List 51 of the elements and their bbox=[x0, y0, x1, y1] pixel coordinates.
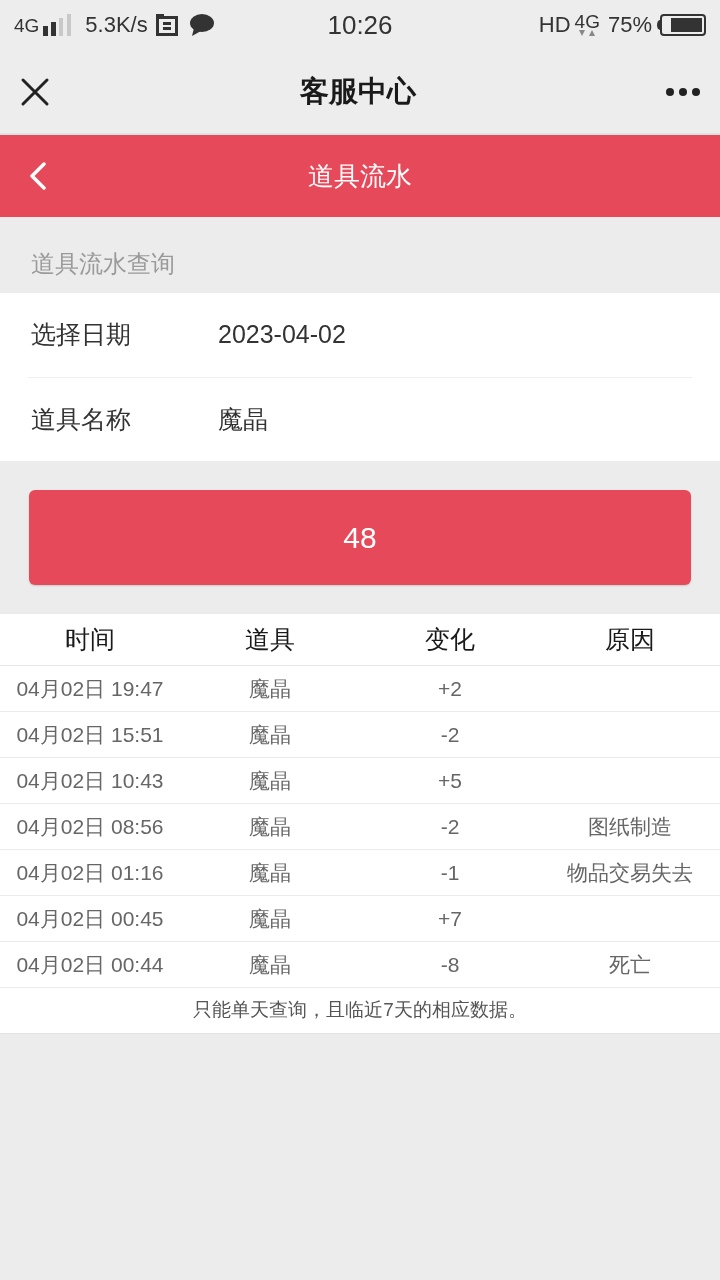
note-text: 只能单天查询，且临近7天的相应数据。 bbox=[193, 998, 527, 1023]
reason-cell: 死亡 bbox=[609, 952, 651, 976]
item-name-field[interactable]: 魔晶 bbox=[218, 400, 268, 439]
time-cell: 04月02日 00:45 bbox=[16, 906, 164, 930]
network-label: 4G bbox=[574, 12, 600, 31]
time-cell: 04月02日 01:16 bbox=[16, 860, 164, 884]
item-cell: 魔晶 bbox=[249, 906, 291, 930]
network-speed: 5.3K/s bbox=[85, 14, 148, 36]
chat-bubble-icon bbox=[189, 14, 214, 36]
item-cell: 魔晶 bbox=[249, 860, 291, 884]
back-icon[interactable] bbox=[29, 162, 47, 190]
more-icon[interactable] bbox=[666, 87, 700, 96]
query-button[interactable]: 48 bbox=[29, 490, 691, 586]
close-icon[interactable] bbox=[20, 76, 50, 107]
time-cell: 04月02日 10:43 bbox=[16, 768, 164, 792]
battery-percent: 75% bbox=[607, 14, 652, 36]
page-title: 客服中心 bbox=[300, 77, 416, 106]
item-cell: 魔晶 bbox=[249, 814, 291, 838]
reason-cell: 图纸制造 bbox=[588, 814, 672, 838]
hd-label: HD bbox=[538, 14, 571, 36]
change-cell: +7 bbox=[438, 906, 462, 930]
field-label: 选择日期 bbox=[30, 319, 132, 351]
item-cell: 魔晶 bbox=[249, 952, 291, 976]
column-header: 原因 bbox=[605, 624, 655, 653]
network-label: 4G bbox=[14, 15, 40, 35]
time-cell: 04月02日 08:56 bbox=[16, 814, 164, 838]
column-header: 时间 bbox=[65, 624, 115, 653]
time-cell: 04月02日 15:51 bbox=[16, 722, 164, 746]
square-notification-icon bbox=[155, 14, 178, 36]
column-header: 变化 bbox=[425, 624, 475, 653]
field-label: 道具名称 bbox=[30, 403, 132, 435]
signal-icon bbox=[43, 14, 74, 36]
reason-cell: 物品交易失去 bbox=[567, 860, 693, 884]
time-cell: 04月02日 00:44 bbox=[16, 952, 164, 976]
column-header: 道具 bbox=[245, 624, 295, 653]
change-cell: +2 bbox=[438, 676, 462, 700]
data-arrows-icon bbox=[579, 30, 596, 38]
change-cell: -2 bbox=[440, 814, 460, 838]
item-cell: 魔晶 bbox=[249, 768, 291, 792]
change-cell: +5 bbox=[438, 768, 462, 792]
section-label: 道具流水查询 bbox=[30, 249, 176, 279]
date-picker-field[interactable]: 2023-04-02 bbox=[218, 316, 346, 354]
item-cell: 魔晶 bbox=[249, 722, 291, 746]
change-cell: -1 bbox=[440, 860, 460, 884]
change-cell: -2 bbox=[440, 722, 460, 746]
item-cell: 魔晶 bbox=[249, 676, 291, 700]
header-title: 道具流水 bbox=[308, 163, 412, 189]
battery-icon bbox=[656, 14, 706, 36]
change-cell: -8 bbox=[440, 952, 460, 976]
clock-time: 10:26 bbox=[327, 12, 393, 38]
time-cell: 04月02日 19:47 bbox=[16, 676, 164, 700]
